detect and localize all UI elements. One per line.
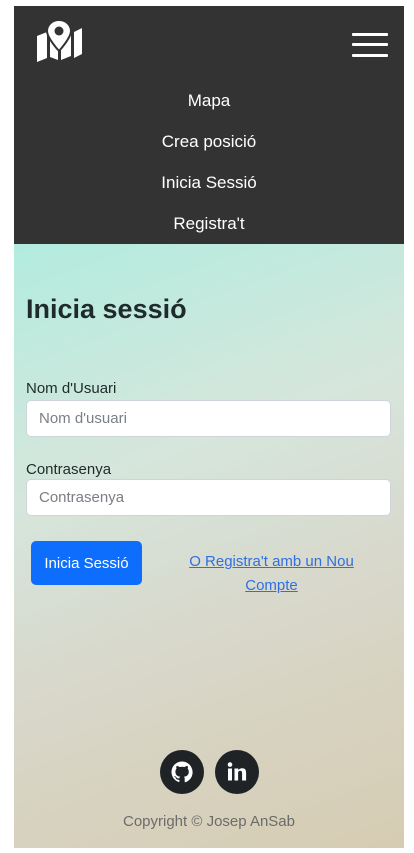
hamburger-icon[interactable] [352,33,388,57]
map-pin-icon[interactable] [34,18,84,62]
password-input[interactable] [26,479,391,516]
app-frame: Mapa Crea posició Inicia Sessió Registra… [14,6,404,848]
register-link[interactable]: O Registra't amb un Nou Compte [164,550,379,598]
nav-link-registrat[interactable]: Registra't [14,203,404,244]
copyright-text: Copyright © Josep AnSab [123,813,295,830]
login-button[interactable]: Inicia Sessió [31,541,142,585]
linkedin-icon[interactable] [215,750,259,794]
page-title: Inicia sessió [26,294,187,324]
username-label: Nom d'Usuari [26,380,117,397]
github-icon[interactable] [160,750,204,794]
nav-link-inicia-sessio[interactable]: Inicia Sessió [14,162,404,203]
nav-link-mapa[interactable]: Mapa [14,80,404,121]
nav-menu: Mapa Crea posició Inicia Sessió Registra… [14,80,404,244]
login-section: Inicia sessió Nom d'Usuari Contrasenya I… [14,244,404,848]
username-input[interactable] [26,400,391,437]
password-label: Contrasenya [26,461,112,478]
nav-link-crea-posicio[interactable]: Crea posició [14,121,404,162]
navbar: Mapa Crea posició Inicia Sessió Registra… [14,6,404,244]
